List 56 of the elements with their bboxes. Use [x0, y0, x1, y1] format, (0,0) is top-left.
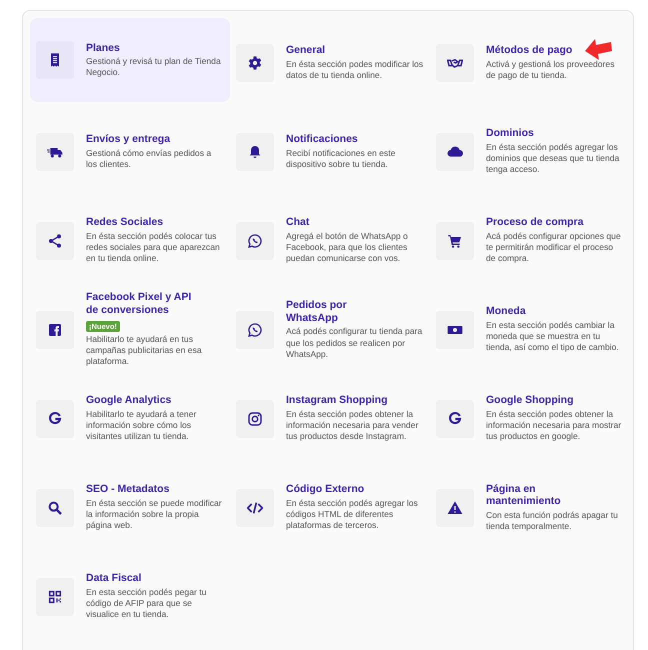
settings-tile[interactable]: Chat Agregá el botón de WhatsApp o Facebook, para que los clientes puedan comunicarse con vos.: [230, 196, 430, 285]
section-title: Data Fiscal: [86, 572, 142, 586]
section-description: En ésta sección podés agregar los dominios que deseas que tu tienda tenga acceso.: [486, 142, 620, 176]
section-description: En ésta sección podes obtener la información necesaria para mostrar tus productos en google.: [486, 409, 622, 443]
section-title: Google Shopping: [486, 394, 574, 408]
section-title: Moneda: [486, 305, 526, 318]
settings-tile[interactable]: Dominios En ésta sección podés agregar los dominios que deseas que tu tienda tenga acceso.: [430, 107, 630, 196]
section-description: En ésta sección se puede modificar la información sobre la propia página web.: [86, 498, 223, 532]
section-title: General: [286, 44, 326, 57]
settings-tile[interactable]: General En ésta sección podes modificar los datos de tu tienda online.: [230, 18, 430, 107]
settings-tile[interactable]: Instagram Shopping En ésta sección podes obtener la información necesaria para vender tus productos desde Instagram.: [230, 374, 430, 463]
section-description: Habilitarlo te ayudará a tener información sobre cómo los visitantes utilizan tu tienda.: [86, 409, 198, 443]
settings-tile[interactable]: Envíos y entrega Gestioná cómo envías pedidos a los clientes.: [30, 107, 230, 196]
section-title: Código Externo: [286, 483, 364, 496]
settings-tile[interactable]: Data Fiscal En esta sección podés pegar tu código de AFIP para que se visualice en tu tienda.: [30, 552, 230, 641]
section-title: Dominios: [486, 127, 534, 140]
section-title: Pedidos por WhatsApp: [286, 299, 348, 324]
section-title: Facebook Pixel y API de conversiones: [86, 291, 192, 317]
section-title: Chat: [286, 216, 310, 230]
section-description: Habilitarlo te ayudará en tus campañas publicitarias en esa plataforma.: [86, 334, 203, 368]
section-description: Gestioná y revisá tu plan de Tienda Negocio.: [86, 56, 222, 78]
settings-tile[interactable]: Google Shopping En ésta sección podes obtener la información necesaria para mostrar tus productos en google.: [430, 374, 630, 463]
section-title: Métodos de pago: [486, 44, 572, 57]
section-title: Instagram Shopping: [286, 394, 388, 408]
section-description: En ésta sección podés colocar tus redes sociales para que aparezcan en tu tienda online.: [86, 231, 221, 265]
section-title: SEO - Metadatos: [86, 483, 170, 496]
settings-tile[interactable]: SEO - Metadatos En ésta sección se puede modificar la información sobre la propia página web.: [30, 463, 230, 552]
settings-tile[interactable]: Moneda En esta sección podés cambiar la moneda que se muestra en tu tienda, así como el tipo de cambio.: [430, 285, 630, 374]
section-title: Redes Sociales: [86, 216, 164, 230]
settings-tile[interactable]: Redes Sociales En ésta sección podés colocar tus redes sociales para que aparezcan en tu tienda online.: [30, 196, 230, 285]
section-description: En ésta sección podés agregar los códigos HTML de diferentes plataformas de terceros.: [286, 498, 419, 532]
settings-tile[interactable]: Google Analytics Habilitarlo te ayudará a tener información sobre cómo los visitantes utilizan tu tienda.: [30, 374, 230, 463]
section-title: Página en mantenimiento: [486, 482, 562, 508]
section-description: En esta sección podés cambiar la moneda que se muestra en tu tienda, así como el tipo de cambio.: [486, 320, 620, 354]
settings-tile[interactable]: Código Externo En ésta sección podés agregar los códigos HTML de diferentes plataformas de terceros.: [230, 463, 430, 552]
section-title: Envíos y entrega: [86, 133, 170, 146]
settings-tile[interactable]: Página en mantenimiento Con esta función podrás apagar tu tienda temporalmente.: [430, 463, 630, 552]
settings-tile[interactable]: Métodos de pago Activá y gestioná los proveedores de pago de tu tienda.: [430, 18, 630, 107]
section-title: Proceso de compra: [486, 216, 584, 230]
section-description: Recibí notificaciones en este dispositivo sobre tu tienda.: [286, 148, 396, 170]
section-title: Notificaciones: [286, 133, 358, 146]
section-description: Acá podés configurar opciones que te permitirán modificar el proceso de compra.: [486, 231, 622, 265]
section-description: Activá y gestioná los proveedores de pago de tu tienda.: [486, 58, 616, 81]
section-description: En ésta sección podes obtener la información necesaria para vender tus productos desde Instagram.: [286, 409, 420, 443]
settings-tile[interactable]: Notificaciones Recibí notificaciones en este dispositivo sobre tu tienda.: [230, 107, 430, 196]
section-description: En ésta sección podes modificar los datos de tu tienda online.: [286, 58, 424, 81]
section-description: Acá podés configurar tu tienda para que los pedidos se realicen por WhatsApp.: [286, 326, 424, 360]
section-description: Agregá el botón de WhatsApp o Facebook, para que los clientes puedan comunicarse con vos.: [286, 231, 409, 265]
settings-tile[interactable]: Pedidos por WhatsApp Acá podés configurar tu tienda para que los pedidos se realicen por WhatsApp.: [230, 285, 430, 374]
settings-tile[interactable]: Planes Gestioná y revisá tu plan de Tienda Negocio.: [30, 18, 230, 102]
section-description: Gestioná cómo envías pedidos a los clientes.: [86, 148, 212, 170]
section-title: Google Analytics: [86, 394, 172, 408]
settings-tile[interactable]: Proceso de compra Acá podés configurar opciones que te permitirán modificar el proceso de compra.: [430, 196, 630, 285]
section-description: Con esta función podrás apagar tu tienda temporalmente.: [486, 510, 619, 532]
section-title: Planes: [86, 42, 120, 54]
section-description: En esta sección podés pegar tu código de AFIP para que se visualice en tu tienda.: [86, 587, 208, 621]
